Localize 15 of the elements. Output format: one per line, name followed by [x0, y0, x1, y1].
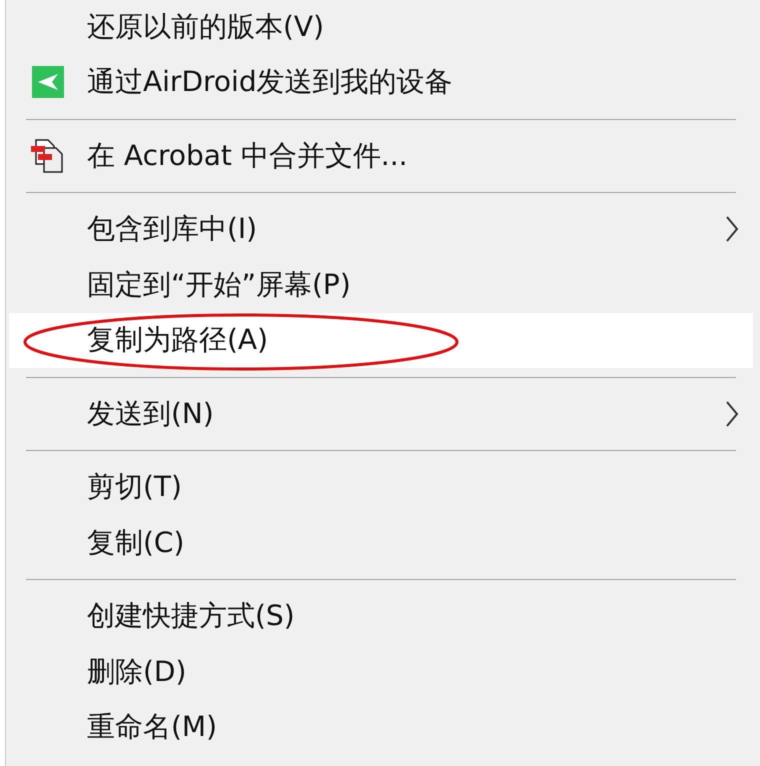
paper-plane-icon — [32, 66, 64, 98]
menu-item[interactable]: 包含到库中(I) — [9, 202, 753, 257]
menu-item[interactable]: 在 Acrobat 中合并文件... — [9, 128, 753, 184]
menu-item[interactable]: 复制为路径(A) — [9, 312, 753, 368]
menu-item[interactable]: 复制(C) — [9, 515, 753, 570]
menu-item[interactable]: 通过AirDroid发送到我的设备 — [9, 54, 753, 110]
menu-item[interactable]: 剪切(T) — [9, 460, 753, 515]
menu-item[interactable]: 重命名(M) — [9, 700, 753, 755]
menu-item[interactable]: 发送到(N) — [9, 386, 753, 442]
menu-item[interactable]: 固定到“开始”屏幕(P) — [9, 257, 753, 312]
chevron-right-icon — [725, 215, 739, 244]
menu-item[interactable]: 还原以前的版本(V) — [9, 0, 753, 54]
chevron-right-icon — [725, 400, 739, 428]
menu-item[interactable]: 创建快捷方式(S) — [9, 588, 753, 644]
menu-item[interactable]: 删除(D) — [9, 644, 753, 700]
